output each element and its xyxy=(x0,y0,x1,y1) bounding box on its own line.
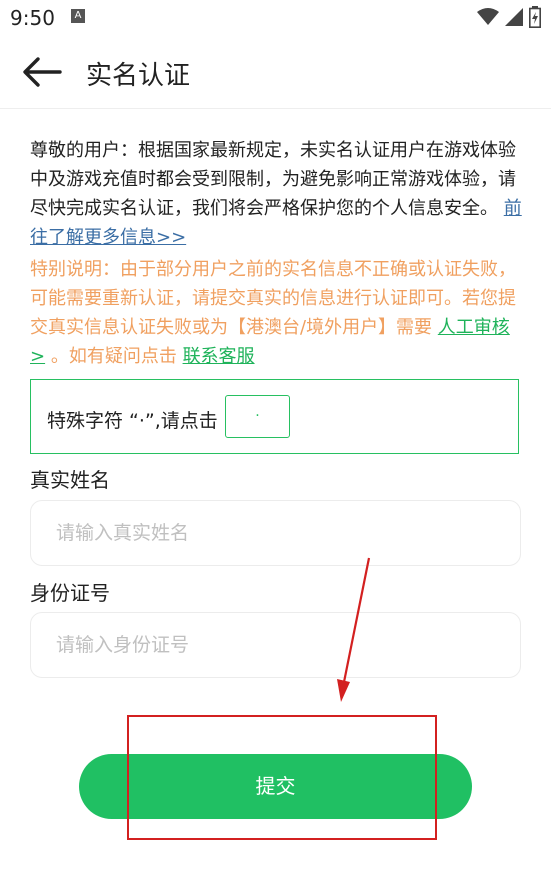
special-note-body-2: 。如有疑问点击 xyxy=(50,346,177,367)
contact-support-link[interactable]: 联系客服 xyxy=(183,346,255,367)
notice-body: 尊敬的用户：根据国家最新规定，未实名认证用户在游戏体验中及游戏充值时都会受到限制… xyxy=(30,140,516,219)
special-note: 特别说明：由于部分用户之前的实名信息不正确或认证失败，可能需要重新认证，请提交真… xyxy=(30,255,524,371)
annotation-highlight-box xyxy=(127,715,437,840)
name-label: 真实姓名 xyxy=(30,468,110,492)
special-char-hint-text: 特殊字符 “·”,请点击 xyxy=(47,410,218,432)
cellular-signal-icon xyxy=(505,8,523,26)
wifi-icon xyxy=(477,8,499,25)
notification-icon: A xyxy=(71,9,85,23)
notice-text: 尊敬的用户：根据国家最新规定，未实名认证用户在游戏体验中及游戏充值时都会受到限制… xyxy=(30,136,522,252)
id-number-label: 身份证号 xyxy=(30,581,110,605)
app-header: 实名认证 xyxy=(0,38,551,108)
page-title: 实名认证 xyxy=(86,61,191,91)
id-number-input[interactable] xyxy=(30,612,521,678)
header-divider xyxy=(0,108,551,109)
back-arrow-icon[interactable] xyxy=(22,56,62,88)
status-time: 9:50 xyxy=(10,6,55,30)
annotation-arrow xyxy=(337,557,371,702)
real-name-input[interactable] xyxy=(30,500,521,566)
special-char-hint-box: 特殊字符 “·”,请点击 · xyxy=(30,379,519,454)
insert-dot-button[interactable]: · xyxy=(225,395,290,438)
status-icons xyxy=(477,6,541,28)
battery-charging-icon xyxy=(529,6,541,28)
status-bar: 9:50 A xyxy=(0,0,551,36)
